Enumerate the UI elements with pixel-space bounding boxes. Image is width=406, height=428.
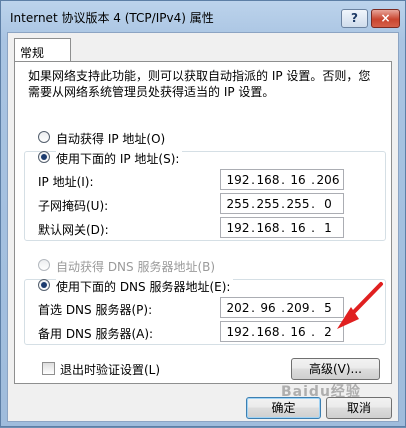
manual-dns-label[interactable]: 使用下面的 DNS 服务器地址(E): [56, 278, 234, 295]
octet-2: 168 [256, 325, 280, 339]
octet-3: 16 [290, 221, 306, 235]
manual-ip-radio[interactable] [38, 151, 50, 163]
auto-ip-label[interactable]: 自动获得 IP 地址(O) [56, 130, 165, 147]
auto-dns-radio[interactable] [38, 259, 50, 271]
validate-on-exit-label[interactable]: 退出时验证设置(L) [60, 361, 160, 378]
subnet-mask-input[interactable]: 255. 255. 255. 0 [220, 193, 344, 214]
gateway-label: 默认网关(D): [38, 223, 109, 237]
octet-3: 255 [286, 197, 310, 211]
close-button[interactable]: × [371, 9, 400, 28]
octet-1: 255 [226, 197, 250, 211]
octet-1: 192 [226, 173, 250, 187]
gateway-input[interactable]: 192. 168. 16. 1 [220, 217, 344, 238]
dialog-window: Internet 协议版本 4 (TCP/IPv4) 属性 ? × 常规 如果网… [0, 0, 406, 427]
watermark: Baidu经验 [281, 384, 361, 400]
description-text: 如果网络支持此功能，则可以获取自动指派的 IP 设置。否则，您需要从网络系统管理… [28, 69, 371, 99]
octet-3: 16 [290, 173, 306, 187]
octet-4: 1 [324, 221, 332, 235]
octet-3: 16 [290, 325, 306, 339]
octet-4: 5 [324, 301, 332, 315]
subnet-mask-label: 子网掩码(U): [38, 199, 109, 213]
preferred-dns-label: 首选 DNS 服务器(P): [38, 303, 153, 317]
octet-4: 206 [316, 173, 340, 187]
octet-2: 255 [256, 197, 280, 211]
octet-1: 202 [226, 301, 250, 315]
octet-2: 96 [260, 301, 276, 315]
octet-1: 192 [226, 325, 250, 339]
manual-dns-radio[interactable] [38, 279, 50, 291]
octet-4: 2 [324, 325, 332, 339]
title-bar[interactable]: Internet 协议版本 4 (TCP/IPv4) 属性 ? × [1, 1, 405, 31]
tab-general[interactable]: 常规 [14, 38, 71, 62]
auto-dns-label[interactable]: 自动获得 DNS 服务器地址(B) [56, 258, 215, 275]
alternate-dns-input[interactable]: 192. 168. 16. 2 [220, 321, 344, 342]
octet-3: 209 [286, 301, 310, 315]
alternate-dns-label: 备用 DNS 服务器(A): [38, 327, 154, 341]
window-title: Internet 协议版本 4 (TCP/IPv4) 属性 [10, 11, 214, 25]
manual-ip-label[interactable]: 使用下面的 IP 地址(S): [56, 150, 183, 167]
advanced-button[interactable]: 高级(V)... [291, 358, 380, 380]
octet-2: 168 [256, 221, 280, 235]
dialog-content: 常规 如果网络支持此功能，则可以获取自动指派的 IP 设置。否则，您需要从网络系… [7, 32, 399, 422]
octet-2: 168 [256, 173, 280, 187]
octet-4: 0 [324, 197, 332, 211]
ip-address-input[interactable]: 192. 168. 16. 206 [220, 169, 344, 190]
auto-ip-radio[interactable] [38, 131, 50, 143]
ip-address-label: IP 地址(I): [38, 175, 94, 189]
help-button[interactable]: ? [341, 9, 368, 28]
octet-1: 192 [226, 221, 250, 235]
preferred-dns-input[interactable]: 202. 96. 209. 5 [220, 297, 344, 318]
validate-on-exit-checkbox[interactable] [42, 362, 55, 375]
